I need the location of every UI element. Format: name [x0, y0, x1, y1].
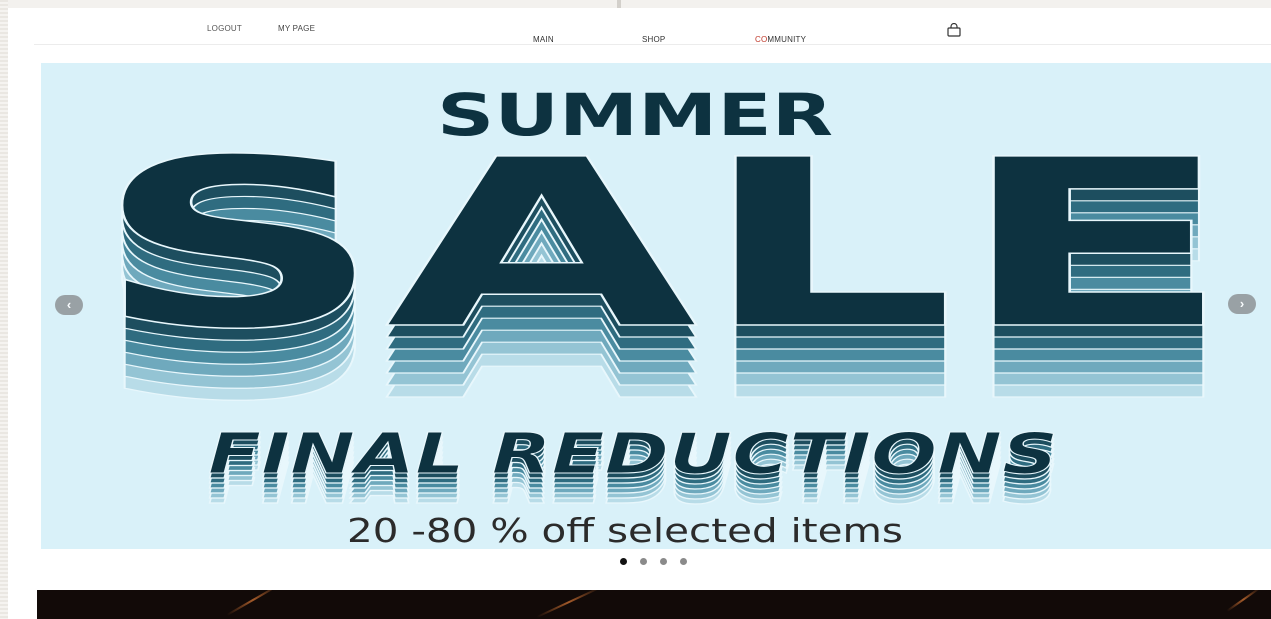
sale-artwork: SALESALESALESALESALESALE SALE SUMMER FIN… [92, 81, 1234, 549]
header-divider [34, 44, 1271, 45]
light-streak [536, 590, 601, 618]
page: LOGOUT MY PAGE MAIN SHOP COMMUNITY SALE S… [0, 0, 1271, 619]
carousel-next-button[interactable]: › [1228, 294, 1256, 314]
carousel-prev-button[interactable]: ‹ [55, 295, 83, 315]
nav-community-link[interactable]: COMMUNITY [755, 35, 806, 44]
chevron-right-icon: › [1239, 296, 1245, 311]
top-bar: LOGOUT MY PAGE MAIN SHOP COMMUNITY [8, 8, 1271, 46]
light-streak [1226, 590, 1261, 612]
carousel-dot[interactable] [640, 558, 647, 565]
my-page-link[interactable]: MY PAGE [278, 24, 315, 33]
nav-community-rest: MMUNITY [767, 35, 807, 44]
nav-shop-link[interactable]: SHOP [642, 35, 665, 44]
hero-banner[interactable]: SALE SALE SALE SALE SALE SALE SALE SUMMER FIN… [41, 63, 1271, 549]
discount-subtext: 20 -80 % off selected items [347, 511, 903, 549]
light-streak [226, 590, 280, 616]
carousel-dot[interactable] [680, 558, 687, 565]
sale-headline: SALE [93, 110, 1233, 380]
nav-community-accent: CO [755, 35, 768, 44]
left-edge-strip [0, 0, 8, 619]
final-reductions-heading: FINAL REDUCTIONS [208, 422, 1058, 487]
carousel-dot[interactable] [660, 558, 667, 565]
nav-main-link[interactable]: MAIN [533, 35, 554, 44]
chevron-left-icon: ‹ [66, 297, 72, 312]
shopping-bag-icon[interactable] [946, 23, 962, 37]
next-section-banner[interactable] [37, 590, 1271, 619]
logout-link[interactable]: LOGOUT [207, 24, 242, 33]
summer-heading: SUMMER [437, 81, 833, 149]
site-content: LOGOUT MY PAGE MAIN SHOP COMMUNITY SALE S… [8, 8, 1271, 619]
carousel-dot[interactable] [620, 558, 627, 565]
